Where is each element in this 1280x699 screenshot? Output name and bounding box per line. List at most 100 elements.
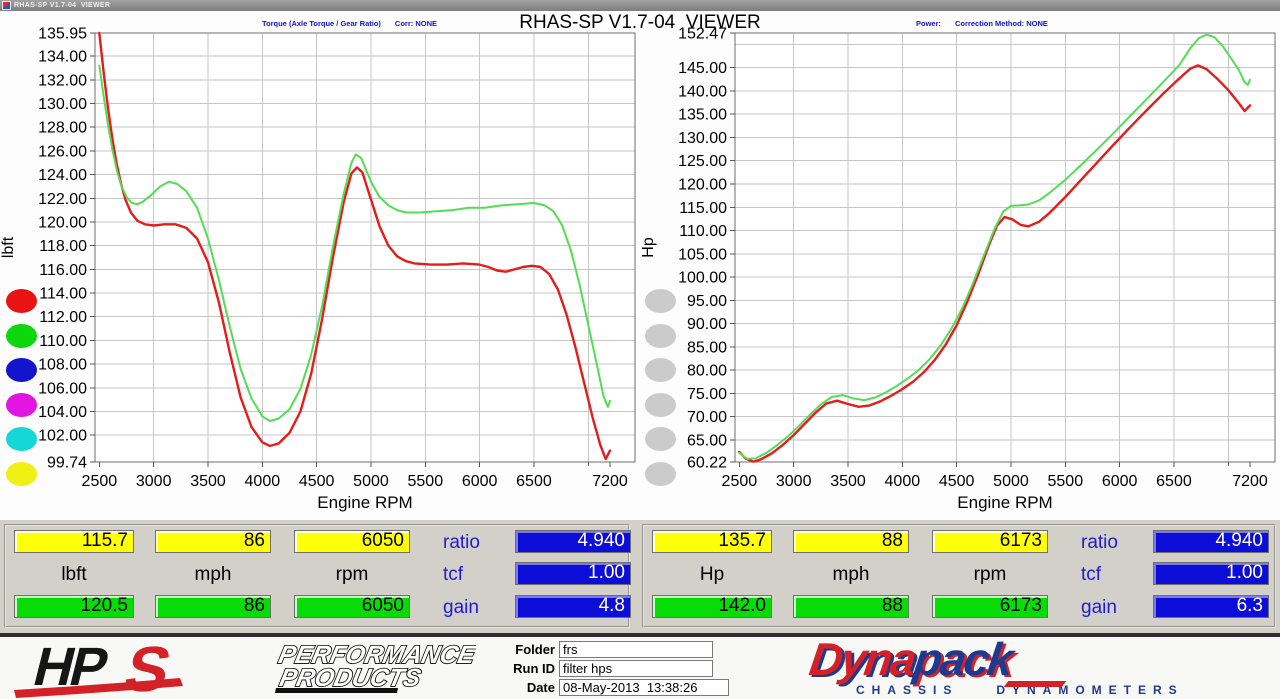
folder-row: Folder (493, 640, 729, 658)
run-id-label: Run ID (493, 661, 555, 676)
torque-correction-text: Corr: NONE (395, 19, 437, 28)
run-id-row: Run ID (493, 659, 729, 677)
svg-text:118.00: 118.00 (39, 238, 87, 255)
tcf-value: 1.00 (515, 562, 631, 585)
run-color-button-2[interactable] (645, 324, 676, 348)
svg-text:4000: 4000 (245, 473, 281, 490)
cursor1-rpm-value: 6050 (294, 530, 410, 553)
svg-text:4500: 4500 (299, 473, 335, 490)
power-chart-canvas[interactable]: 152.47145.00140.00135.00130.00125.00120.… (640, 28, 1280, 520)
run-color-button-1[interactable] (6, 289, 37, 313)
svg-text:5500: 5500 (408, 473, 444, 490)
svg-text:3000: 3000 (776, 473, 812, 490)
torque-chart[interactable]: 135.95134.00132.00130.00128.00126.00124.… (0, 28, 640, 520)
svg-text:4000: 4000 (885, 473, 921, 490)
cursor2-speed-value: 88 (793, 595, 909, 618)
svg-text:99.74: 99.74 (47, 455, 87, 472)
svg-text:110.00: 110.00 (39, 333, 87, 350)
svg-text:7200: 7200 (592, 473, 628, 490)
app-icon (2, 1, 11, 10)
svg-text:112.00: 112.00 (39, 309, 87, 326)
svg-text:6500: 6500 (516, 473, 552, 490)
svg-text:110.00: 110.00 (679, 223, 727, 240)
svg-text:60.22: 60.22 (687, 455, 727, 472)
svg-text:128.00: 128.00 (38, 120, 87, 137)
svg-text:152.47: 152.47 (678, 26, 727, 43)
cursor1-rpm-value: 6173 (932, 530, 1048, 553)
dynapack-word-right: pack (911, 633, 1015, 685)
speed-unit-label: mph (793, 564, 909, 588)
cursor1-speed-value: 88 (793, 530, 909, 553)
run-color-button-1[interactable] (645, 289, 676, 313)
footer: HP S PERFORMANCE PRODUCTS Folder Run ID … (0, 637, 1280, 699)
svg-text:7200: 7200 (1232, 473, 1268, 490)
viewer-content: RHAS-SP V1.7-04 VIEWER Torque (Axle Torq… (0, 11, 1280, 520)
torque-annotation-text: Torque (Axle Torque / Gear Ratio) (262, 19, 381, 28)
svg-text:120.00: 120.00 (678, 176, 727, 193)
cursor2-speed-value: 86 (155, 595, 271, 618)
svg-text:116.00: 116.00 (39, 262, 87, 279)
folder-input[interactable] (559, 641, 713, 658)
run-color-button-4[interactable] (645, 393, 676, 417)
ratio-value: 4.940 (1153, 530, 1269, 553)
titlebar-title: RHAS-SP V1.7-04 VIEWER (14, 2, 110, 9)
run-color-button-6[interactable] (645, 462, 676, 486)
cursor1-speed-value: 86 (155, 530, 271, 553)
svg-text:140.00: 140.00 (678, 83, 727, 100)
run-color-button-5[interactable] (6, 427, 37, 451)
run-color-button-6[interactable] (6, 462, 37, 486)
gain-label: gain (1081, 597, 1145, 619)
tcf-value: 1.00 (1153, 562, 1269, 585)
gain-value: 4.8 (515, 595, 631, 618)
products-text: PRODUCTS (277, 664, 423, 692)
y-axis-label: lbft (0, 236, 17, 258)
run-color-button-2[interactable] (6, 324, 37, 348)
dynapack-logo: Dynapack CHASSIS DYNAMOMETERS (798, 637, 1268, 699)
svg-text:122.00: 122.00 (38, 191, 87, 208)
svg-text:132.00: 132.00 (38, 72, 87, 89)
run-color-button-4[interactable] (6, 393, 37, 417)
ratio-value: 4.940 (515, 530, 631, 553)
run-color-button-3[interactable] (6, 358, 37, 382)
dynapack-red-slash (1004, 681, 1067, 687)
svg-text:100.00: 100.00 (678, 270, 727, 287)
svg-text:6500: 6500 (1156, 473, 1192, 490)
svg-text:4500: 4500 (939, 473, 975, 490)
power-annotation-text: Power: (916, 19, 941, 28)
rpm-unit-label: rpm (294, 564, 410, 588)
tcf-label: tcf (443, 564, 507, 586)
run-id-input[interactable] (559, 660, 713, 677)
svg-text:2500: 2500 (722, 473, 758, 490)
svg-text:134.00: 134.00 (38, 49, 87, 66)
svg-text:102.00: 102.00 (38, 428, 87, 445)
folder-label: Folder (493, 642, 555, 657)
svg-text:2500: 2500 (82, 473, 118, 490)
svg-text:70.00: 70.00 (687, 409, 727, 426)
os-titlebar[interactable]: RHAS-SP V1.7-04 VIEWER (0, 0, 1280, 11)
svg-text:125.00: 125.00 (678, 153, 727, 170)
svg-text:115.00: 115.00 (679, 200, 727, 217)
svg-text:85.00: 85.00 (687, 339, 727, 356)
power-chart[interactable]: 152.47145.00140.00135.00130.00125.00120.… (640, 28, 1280, 520)
run-color-button-3[interactable] (645, 358, 676, 382)
speed-unit-label: mph (155, 564, 271, 588)
run-color-button-5[interactable] (645, 427, 676, 451)
cursor1-torque-value: 115.7 (14, 530, 134, 553)
date-input[interactable] (559, 679, 729, 696)
x-axis-label: Engine RPM (317, 493, 412, 512)
cursor2-power-value: 142.0 (652, 595, 772, 618)
dynapack-chassis-text: CHASSIS (856, 683, 958, 697)
dynapack-word-left: Dyna (806, 633, 918, 685)
date-row: Date (493, 678, 729, 696)
svg-text:124.00: 124.00 (38, 167, 87, 184)
hps-letter-red: S (118, 640, 179, 698)
viewer-window: { "titlebar": { "title": "RHAS-SP V1.7-0… (0, 0, 1280, 699)
torque-chart-canvas[interactable]: 135.95134.00132.00130.00128.00126.00124.… (0, 28, 640, 520)
svg-text:3000: 3000 (136, 473, 172, 490)
run-info-fields: Folder Run ID Date (493, 640, 729, 697)
x-axis-label: Engine RPM (957, 493, 1052, 512)
svg-text:5500: 5500 (1048, 473, 1084, 490)
svg-text:126.00: 126.00 (38, 143, 87, 160)
torque-unit-label: lbft (14, 564, 134, 588)
svg-text:106.00: 106.00 (38, 380, 87, 397)
